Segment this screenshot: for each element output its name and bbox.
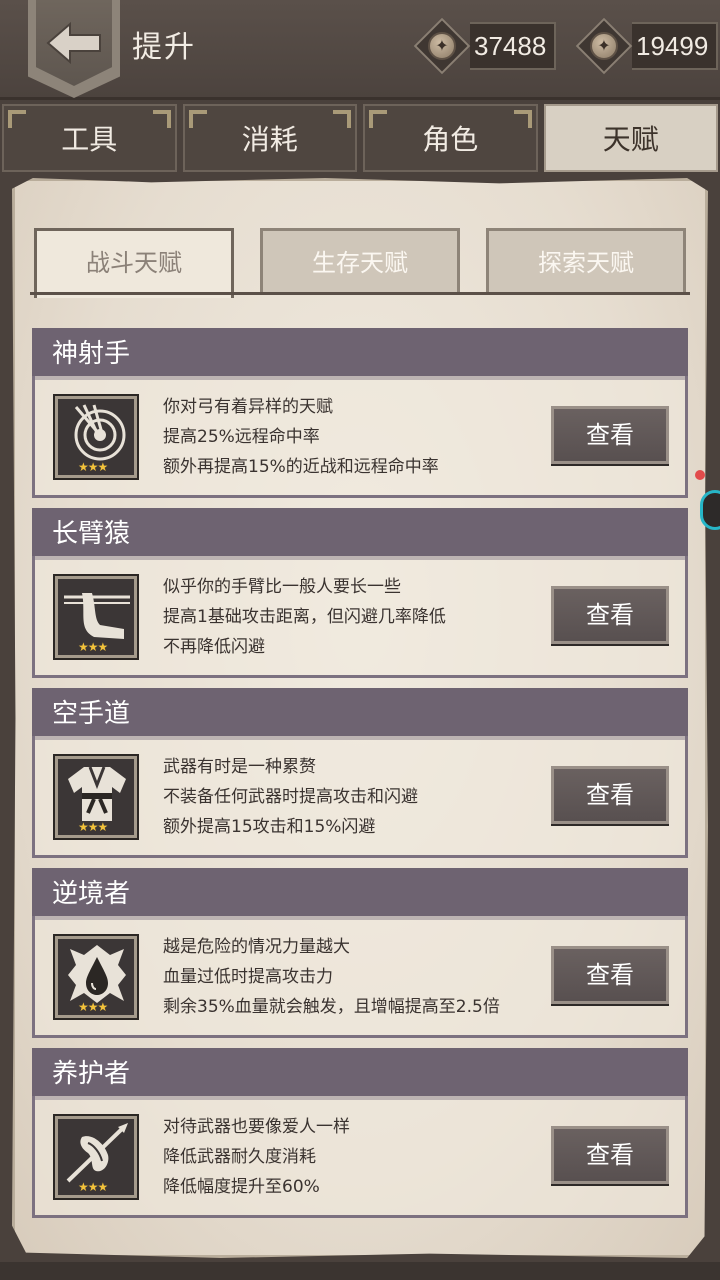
talent-description: 对待武器也要像爱人一样 降低武器耐久度消耗 降低幅度提升至60% (163, 1117, 350, 1197)
talent-name: 神射手 (32, 328, 688, 380)
target-arrows-icon: ★★★ (53, 394, 139, 480)
currency-display-2: ✦ 19499 (575, 17, 719, 75)
view-button[interactable]: 查看 (551, 1126, 669, 1184)
star-rating: ★★★ (78, 1180, 108, 1194)
talent-body: ★★★ 武器有时是一种累赘 不装备任何武器时提高攻击和闪避 额外提高15攻击和1… (32, 736, 688, 858)
floating-handle[interactable] (700, 490, 720, 530)
tab-label: 工具 (61, 123, 118, 156)
subtab-survival[interactable]: 生存天赋 (260, 228, 460, 292)
star-rating: ★★★ (78, 640, 108, 654)
talent-name: 养护者 (32, 1048, 688, 1100)
talent-description: 越是危险的情况力量越大 血量过低时提高攻击力 剩余35%血量就会触发，且增幅提高… (163, 937, 500, 1017)
tab-label: 天赋 (602, 123, 659, 156)
talent-description: 武器有时是一种累赘 不装备任何武器时提高攻击和闪避 额外提高15攻击和15%闪避 (163, 757, 418, 837)
star-rating: ★★★ (78, 820, 108, 834)
main-tab-bar: 工具 消耗 角色 天赋 (0, 104, 720, 174)
talent-body: ★★★ 你对弓有着异样的天赋 提高25%远程命中率 额外再提高15%的近战和远程… (32, 376, 688, 498)
view-button[interactable]: 查看 (551, 586, 669, 644)
subtab-divider (30, 292, 690, 295)
star-rating: ★★★ (78, 460, 108, 474)
tab-character[interactable]: 角色 (363, 104, 538, 172)
long-arm-icon: ★★★ (53, 574, 139, 660)
tab-label: 消耗 (241, 123, 298, 156)
talent-name: 逆境者 (32, 868, 688, 920)
talent-body: ★★★ 对待武器也要像爱人一样 降低武器耐久度消耗 降低幅度提升至60% 查看 (32, 1096, 688, 1218)
talent-card: 神射手 ★★★ 你对弓有着异样的天赋 提高25%远程命中率 额外再提高15%的近… (32, 328, 688, 498)
talent-description: 似乎你的手臂比一般人要长一些 提高1基础攻击距离，但闪避几率降低 不再降低闪避 (163, 577, 446, 657)
talent-description: 你对弓有着异样的天赋 提高25%远程命中率 额外再提高15%的近战和远程命中率 (163, 397, 439, 477)
talent-name: 空手道 (32, 688, 688, 740)
currency-value: 19499 (632, 22, 719, 70)
page-title: 提升 (132, 30, 196, 65)
notification-dot (695, 470, 705, 480)
sub-tab-bar: 战斗天赋 生存天赋 探索天赋 (30, 228, 690, 298)
tab-talents[interactable]: 天赋 (543, 104, 718, 172)
star-rating: ★★★ (78, 1000, 108, 1014)
bottom-border (0, 1262, 720, 1280)
view-button[interactable]: 查看 (551, 406, 669, 464)
subtab-explore[interactable]: 探索天赋 (486, 228, 686, 292)
tab-consumables[interactable]: 消耗 (182, 104, 357, 172)
back-arrow-icon[interactable] (44, 18, 104, 68)
view-button[interactable]: 查看 (551, 766, 669, 824)
view-button[interactable]: 查看 (551, 946, 669, 1004)
spear-cloth-icon: ★★★ (53, 1114, 139, 1200)
blood-drop-icon: ★★★ (53, 934, 139, 1020)
subtab-combat[interactable]: 战斗天赋 (34, 228, 234, 298)
talent-card: 养护者 ★★★ 对待武器也要像爱人一样 降低武器耐久度消耗 降低幅度提升至60%… (32, 1048, 688, 1218)
karate-gi-icon: ★★★ (53, 754, 139, 840)
talent-card: 长臂猿 ★★★ 似乎你的手臂比一般人要长一些 提高1基础攻击距离，但闪避几率降低… (32, 508, 688, 678)
coin-icon: ✦ (413, 17, 471, 75)
talent-card: 逆境者 ★★★ 越是危险的情况力量越大 血量过低时提高攻击力 剩余35%血量就会… (32, 868, 688, 1038)
coin-icon: ✦ (575, 17, 633, 75)
currency-value: 37488 (470, 22, 557, 70)
tab-label: 角色 (422, 123, 479, 156)
talent-body: ★★★ 似乎你的手臂比一般人要长一些 提高1基础攻击距离，但闪避几率降低 不再降… (32, 556, 688, 678)
talent-name: 长臂猿 (32, 508, 688, 560)
tab-tools[interactable]: 工具 (2, 104, 177, 172)
talent-body: ★★★ 越是危险的情况力量越大 血量过低时提高攻击力 剩余35%血量就会触发，且… (32, 916, 688, 1038)
talent-card: 空手道 ★★★ 武器有时是一种累赘 不装备任何武器时提高攻击和闪避 额外提高15… (32, 688, 688, 858)
currency-display-1: ✦ 37488 (413, 17, 557, 75)
top-bar: 提升 ✦ 37488 ✦ 19499 (0, 0, 720, 100)
